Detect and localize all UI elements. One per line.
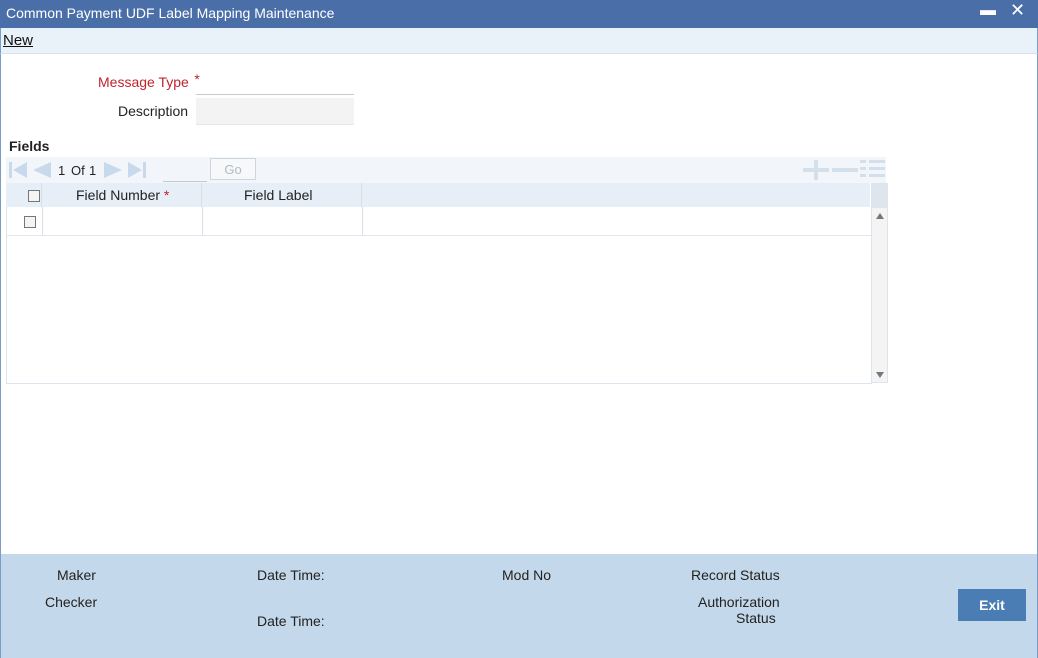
new-button[interactable]: New <box>3 32 33 49</box>
row-checkbox[interactable] <box>24 216 36 228</box>
grid-scrollbar[interactable] <box>871 183 888 383</box>
select-all-checkbox[interactable] <box>28 190 40 202</box>
message-type-label-group: Message Type * <box>98 71 200 90</box>
mod-no-label: Mod No <box>502 567 552 583</box>
column-divider <box>362 207 363 235</box>
scrollbar-header-cap <box>872 184 887 208</box>
record-status-label: Record Status <box>691 567 780 583</box>
toolbar: New <box>0 28 1038 54</box>
first-page-icon[interactable] <box>8 161 28 179</box>
column-divider <box>41 183 42 207</box>
scroll-up-icon[interactable] <box>876 213 884 219</box>
close-icon[interactable]: ✕ <box>1010 0 1025 21</box>
column-divider <box>202 207 203 235</box>
column-divider <box>361 183 362 207</box>
title-bar: Common Payment UDF Label Mapping Mainten… <box>0 0 1038 28</box>
field-label-input[interactable] <box>205 209 361 233</box>
window-title: Common Payment UDF Label Mapping Mainten… <box>6 5 335 21</box>
fields-section-title: Fields <box>9 138 50 154</box>
authorization-status-label: Status <box>736 610 776 626</box>
column-divider <box>201 183 202 207</box>
fields-grid-header: Field Number * Field Label <box>6 183 870 208</box>
page-of-label: Of <box>71 163 85 178</box>
previous-page-icon[interactable] <box>31 161 53 179</box>
pagination-bar: 1 Of 1 <box>6 157 886 183</box>
next-page-icon[interactable] <box>102 161 124 179</box>
table-row[interactable] <box>7 207 871 236</box>
field-number-header: Field Number * <box>76 187 169 203</box>
single-record-view-icon[interactable] <box>860 158 886 180</box>
delete-row-icon[interactable] <box>832 160 858 180</box>
description-label: Description <box>118 103 189 119</box>
description-field[interactable] <box>196 98 354 125</box>
minimize-icon[interactable]: ▬ <box>980 2 996 20</box>
exit-button[interactable]: Exit <box>958 589 1026 621</box>
field-label-header: Field Label <box>244 187 313 203</box>
scroll-down-icon[interactable] <box>876 372 884 378</box>
required-marker: * <box>163 187 170 203</box>
page-number-input[interactable] <box>163 159 207 182</box>
last-page-icon[interactable] <box>127 161 147 179</box>
current-page: 1 <box>58 163 66 178</box>
total-pages: 1 <box>89 163 97 178</box>
message-type-label: Message Type <box>98 74 189 90</box>
checker-label: Checker <box>45 594 98 610</box>
field-number-input[interactable] <box>45 209 201 233</box>
go-button[interactable]: Go <box>210 158 256 180</box>
maker-label: Maker <box>57 567 96 583</box>
field-number-header-label: Field Number <box>76 187 161 203</box>
checker-date-time-label: Date Time: <box>257 613 325 629</box>
audit-footer: Maker Checker Date Time: Date Time: Mod … <box>1 554 1037 658</box>
authorization-label: Authorization <box>698 594 780 610</box>
column-divider <box>42 207 43 235</box>
message-type-input[interactable] <box>196 72 354 95</box>
add-row-icon[interactable] <box>803 160 829 180</box>
fields-grid-body <box>6 207 872 384</box>
maker-date-time-label: Date Time: <box>257 567 325 583</box>
